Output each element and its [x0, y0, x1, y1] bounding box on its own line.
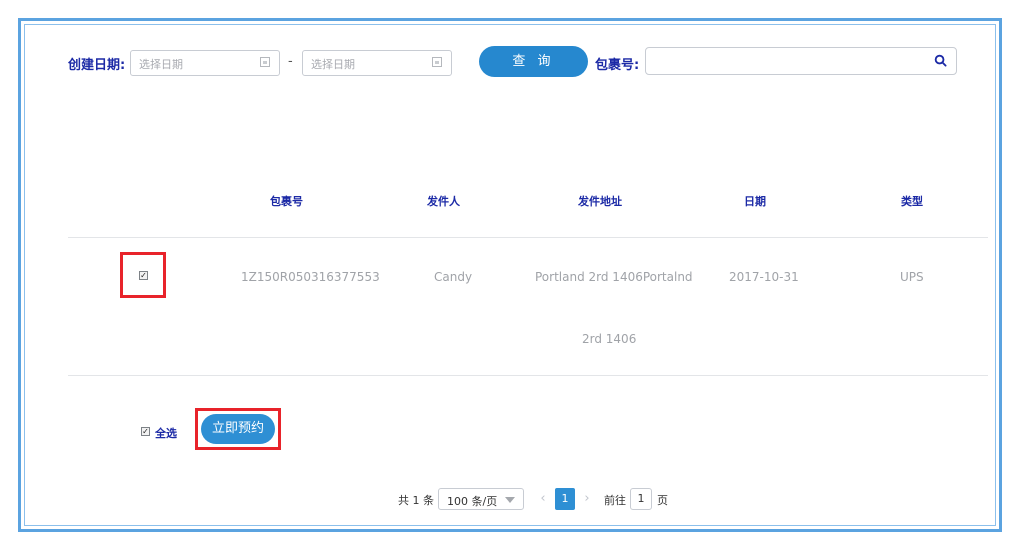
- row-checkbox[interactable]: ✓: [139, 271, 148, 280]
- cell-date: 2017-10-31: [729, 270, 799, 284]
- calendar-icon: [432, 57, 442, 67]
- cell-address-line1: Portland 2rd 1406Portalnd: [535, 270, 693, 284]
- header-package-no: 包裹号: [270, 195, 303, 208]
- inner-frame: [24, 24, 996, 526]
- chevron-right-icon[interactable]: ›: [577, 488, 597, 510]
- header-sender: 发件人: [427, 195, 460, 208]
- search-icon[interactable]: [934, 54, 947, 67]
- calendar-icon: [260, 57, 270, 67]
- select-all-checkbox[interactable]: ✓: [141, 427, 150, 436]
- table-divider: [68, 237, 988, 238]
- package-no-label: 包裹号:: [595, 58, 640, 73]
- chevron-left-icon[interactable]: ‹: [533, 488, 553, 510]
- goto-label: 前往: [604, 494, 626, 507]
- table-divider: [68, 375, 988, 376]
- goto-page-input[interactable]: 1: [630, 488, 652, 510]
- cell-address-line2: 2rd 1406: [582, 332, 637, 346]
- cell-type: UPS: [900, 270, 924, 284]
- created-date-label: 创建日期:: [68, 58, 126, 73]
- page-size-value: 100 条/页: [447, 495, 498, 508]
- end-date-placeholder: 选择日期: [311, 58, 355, 71]
- end-date-input[interactable]: 选择日期: [302, 50, 452, 76]
- cell-sender: Candy: [434, 270, 473, 284]
- page-number-current[interactable]: 1: [555, 488, 575, 510]
- header-address: 发件地址: [578, 195, 622, 208]
- select-all-label[interactable]: 全选: [155, 425, 177, 441]
- date-range-separator: -: [288, 54, 293, 69]
- header-type: 类型: [901, 195, 923, 208]
- pagination-total: 共 1 条: [398, 494, 434, 507]
- package-no-search-input[interactable]: [645, 47, 957, 75]
- start-date-input[interactable]: 选择日期: [130, 50, 280, 76]
- header-date: 日期: [744, 195, 766, 208]
- book-now-button[interactable]: 立即预约: [201, 414, 275, 444]
- cell-package-no: 1Z150R050316377553: [241, 270, 380, 284]
- page-size-select[interactable]: 100 条/页: [438, 488, 524, 510]
- query-button[interactable]: 查 询: [479, 46, 588, 77]
- caret-down-icon: [505, 497, 515, 503]
- page-unit-label: 页: [657, 494, 668, 507]
- start-date-placeholder: 选择日期: [139, 58, 183, 71]
